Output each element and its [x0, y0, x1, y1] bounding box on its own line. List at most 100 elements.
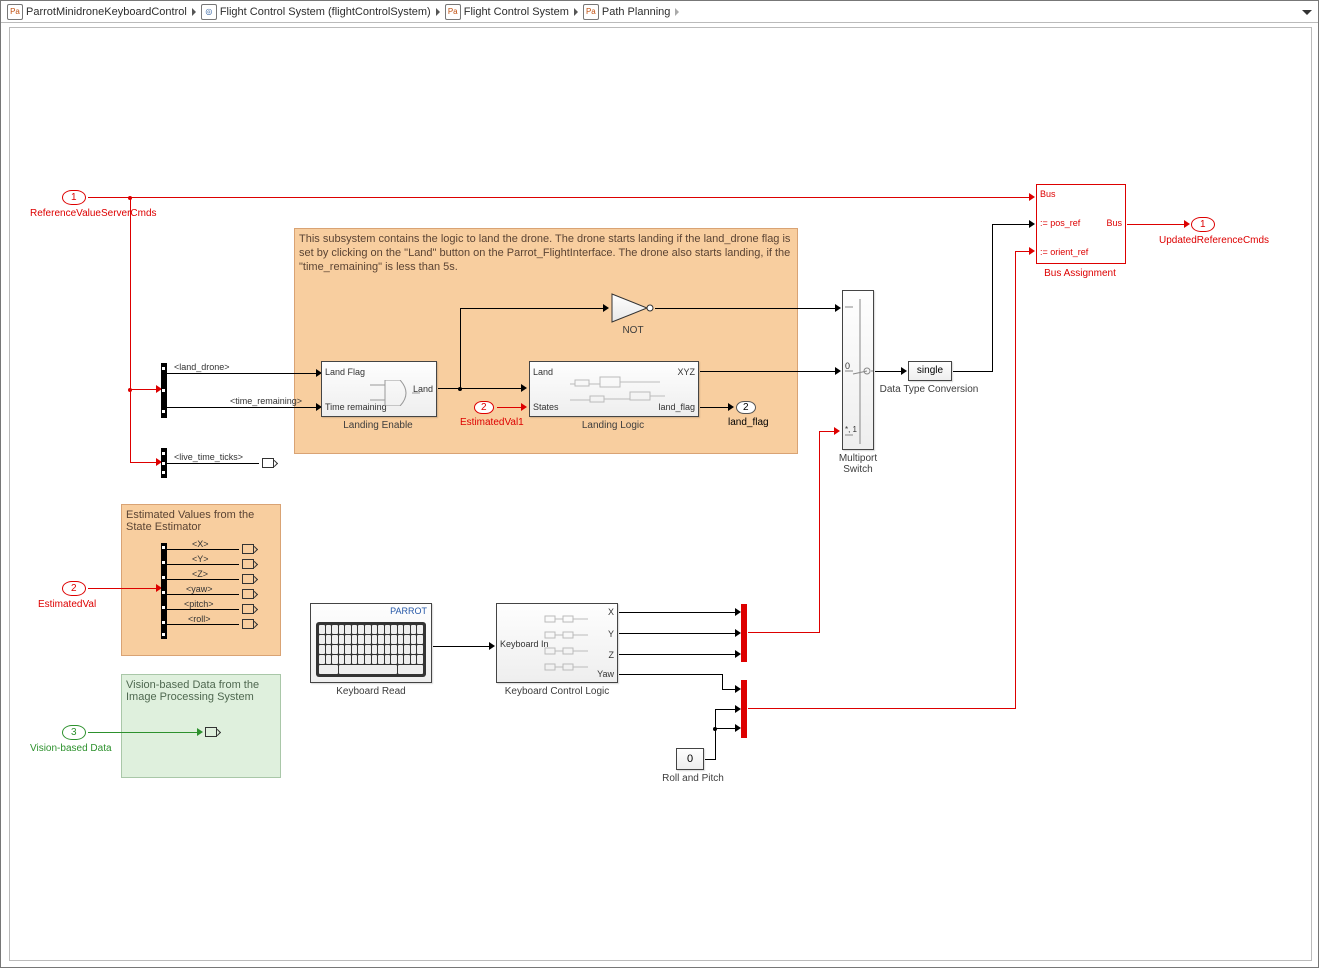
port-label: States — [533, 402, 559, 412]
signal-line[interactable] — [167, 463, 259, 464]
outport-landflag[interactable]: 2 — [736, 401, 756, 414]
bc-item-root[interactable]: Pa ParrotMinidroneKeyboardControl — [4, 4, 190, 20]
terminator-block[interactable] — [242, 604, 254, 614]
signal-line[interactable] — [130, 462, 157, 463]
signal-line[interactable] — [1015, 251, 1016, 709]
area-title: Vision-based Data from the Image Process… — [126, 679, 280, 703]
signal-line[interactable] — [722, 674, 723, 690]
breadcrumb-menu-button[interactable] — [1302, 1, 1312, 23]
signal-line[interactable] — [619, 612, 737, 613]
port-label: Bus — [1040, 189, 1056, 199]
chevron-right-icon[interactable] — [192, 8, 196, 16]
signal-label: <roll> — [188, 614, 211, 624]
signal-line[interactable] — [167, 594, 239, 595]
signal-line[interactable] — [167, 579, 239, 580]
bus-assignment-block[interactable]: Bus := pos_ref := orient_ref Bus — [1036, 184, 1126, 264]
multiport-switch-block[interactable]: 0 *, 1 — [842, 290, 874, 450]
port-label: Keyboard In — [500, 639, 549, 649]
signal-line[interactable] — [619, 674, 722, 675]
outport-1[interactable]: 1 — [1191, 217, 1215, 232]
terminator-block[interactable] — [262, 458, 274, 468]
mux-orient[interactable] — [741, 680, 747, 738]
inport-1[interactable]: 1 — [62, 190, 86, 205]
simulink-canvas[interactable]: 1 ReferenceValueServerCmds This subsyste… — [9, 27, 1312, 961]
terminator-block[interactable] — [205, 727, 217, 737]
area-annotation: This subsystem contains the logic to lan… — [299, 233, 793, 274]
signal-line[interactable] — [992, 224, 1030, 225]
terminator-block[interactable] — [242, 619, 254, 629]
signal-line[interactable] — [700, 371, 837, 372]
chevron-right-icon[interactable] — [675, 8, 679, 16]
signal-line[interactable] — [875, 371, 903, 372]
outport-label: land_flag — [728, 417, 769, 428]
triangle-down-icon — [1302, 10, 1312, 15]
signal-line[interactable] — [700, 407, 730, 408]
port-number: 2 — [481, 402, 487, 413]
landing-logic-block[interactable]: Land States XYZ land_flag — [529, 361, 699, 417]
keyboard-read-block[interactable]: PARROT — [310, 603, 432, 683]
terminator-block[interactable] — [242, 589, 254, 599]
terminator-block[interactable] — [242, 574, 254, 584]
vision-area[interactable]: Vision-based Data from the Image Process… — [121, 674, 281, 778]
terminator-block[interactable] — [242, 544, 254, 554]
referenced-model-icon: ◎ — [201, 4, 217, 20]
bus-selector-1[interactable] — [161, 363, 167, 418]
signal-line[interactable] — [953, 371, 993, 372]
landing-enable-block[interactable]: Land Flag Time remaining Land — [321, 361, 437, 417]
signal-line[interactable] — [130, 198, 131, 390]
signal-line[interactable] — [715, 709, 737, 710]
signal-line[interactable] — [460, 308, 461, 389]
inport-estimatedval1[interactable]: 2 — [474, 401, 494, 414]
signal-line[interactable] — [715, 709, 716, 760]
signal-line[interactable] — [88, 588, 158, 589]
signal-line[interactable] — [619, 654, 737, 655]
signal-line[interactable] — [705, 759, 715, 760]
not-block[interactable] — [611, 293, 655, 323]
signal-line[interactable] — [748, 632, 820, 633]
signal-line[interactable] — [460, 308, 605, 309]
keyboard-control-logic-block[interactable]: Keyboard In X Y Z Yaw — [496, 603, 618, 683]
chevron-right-icon[interactable] — [436, 8, 440, 16]
bc-item-fcs[interactable]: Pa Flight Control System — [442, 4, 572, 20]
inport-3[interactable]: 3 — [62, 725, 86, 740]
signal-line[interactable] — [167, 407, 319, 408]
chevron-right-icon[interactable] — [574, 8, 578, 16]
signal-line[interactable] — [992, 224, 993, 372]
block-text: 0 — [687, 753, 693, 765]
signal-label: <Y> — [192, 554, 209, 564]
logic-gate-icon — [370, 380, 420, 406]
bc-label: ParrotMinidroneKeyboardControl — [26, 6, 187, 18]
bc-item-path[interactable]: Pa Path Planning — [580, 4, 674, 20]
terminator-block[interactable] — [242, 559, 254, 569]
block-text: single — [917, 365, 943, 376]
block-label: Keyboard Read — [326, 686, 416, 697]
data-type-conversion-block[interactable]: single — [908, 361, 952, 381]
signal-line[interactable] — [497, 407, 522, 408]
signal-line[interactable] — [619, 633, 737, 634]
signal-line[interactable] — [438, 388, 523, 389]
signal-line[interactable] — [433, 646, 491, 647]
signal-line[interactable] — [655, 308, 837, 309]
signal-line[interactable] — [1127, 224, 1186, 225]
signal-line[interactable] — [167, 564, 239, 565]
signal-line[interactable] — [1015, 251, 1030, 252]
signal-line[interactable] — [167, 373, 319, 374]
signal-line[interactable] — [819, 431, 820, 633]
signal-line[interactable] — [130, 389, 157, 390]
mux-pos[interactable] — [741, 604, 747, 662]
signal-line[interactable] — [88, 732, 199, 733]
signal-line[interactable] — [748, 708, 1016, 709]
inport-2[interactable]: 2 — [62, 581, 86, 596]
signal-line[interactable] — [167, 609, 239, 610]
bc-label: Flight Control System (flightControlSyst… — [220, 6, 431, 18]
inport-3-label: Vision-based Data — [30, 743, 112, 754]
signal-line[interactable] — [88, 197, 1030, 198]
constant-roll-pitch[interactable]: 0 — [676, 748, 704, 770]
port-label: Land Flag — [325, 367, 365, 377]
bc-item-fcs-ref[interactable]: ◎ Flight Control System (flightControlSy… — [198, 4, 434, 20]
signal-line[interactable] — [130, 390, 131, 463]
signal-line[interactable] — [167, 624, 239, 625]
signal-line[interactable] — [167, 549, 239, 550]
port-label: := pos_ref — [1040, 218, 1080, 228]
signal-line[interactable] — [715, 728, 737, 729]
